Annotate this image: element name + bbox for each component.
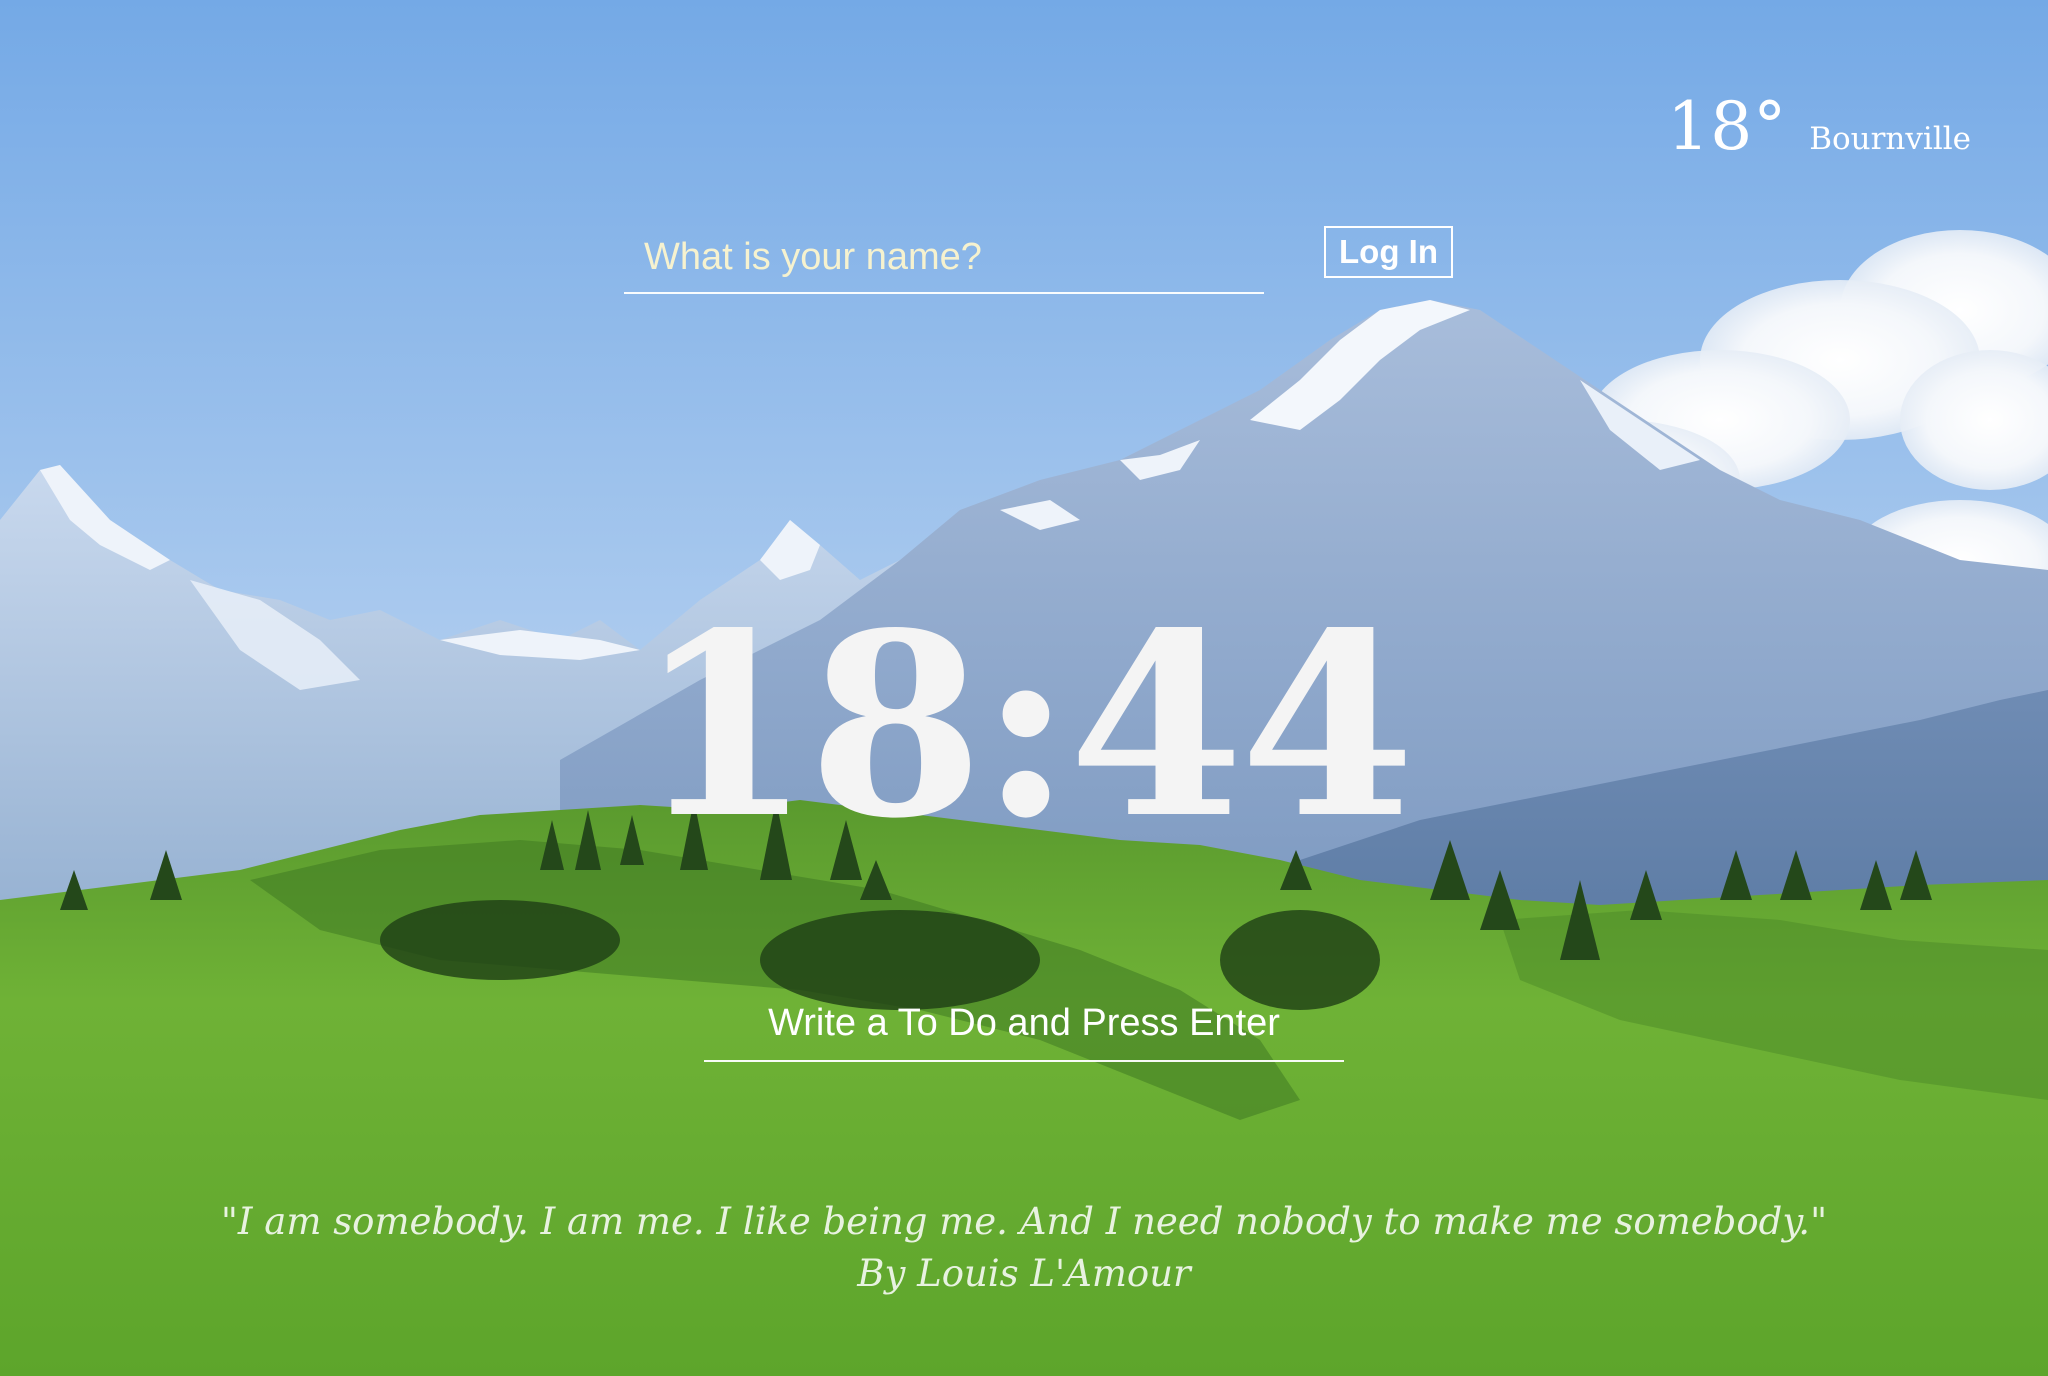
todo-input[interactable]: [704, 986, 1344, 1062]
name-input[interactable]: [624, 222, 1264, 294]
quote-author: By Louis L'Amour: [857, 1252, 1191, 1295]
todo-form: [704, 986, 1344, 1062]
quote-text: "I am somebody. I am me. I like being me…: [220, 1200, 1828, 1243]
weather-location: Bournville: [1809, 121, 1971, 157]
quote-block: "I am somebody. I am me. I like being me…: [0, 1196, 2048, 1300]
login-button[interactable]: Log In: [1324, 226, 1453, 278]
weather-widget: 18° Bournville: [1667, 88, 1971, 165]
login-form: Log In: [624, 222, 1454, 296]
clock-display: 18:44: [636, 578, 1415, 874]
temperature-reading: 18°: [1667, 88, 1788, 165]
